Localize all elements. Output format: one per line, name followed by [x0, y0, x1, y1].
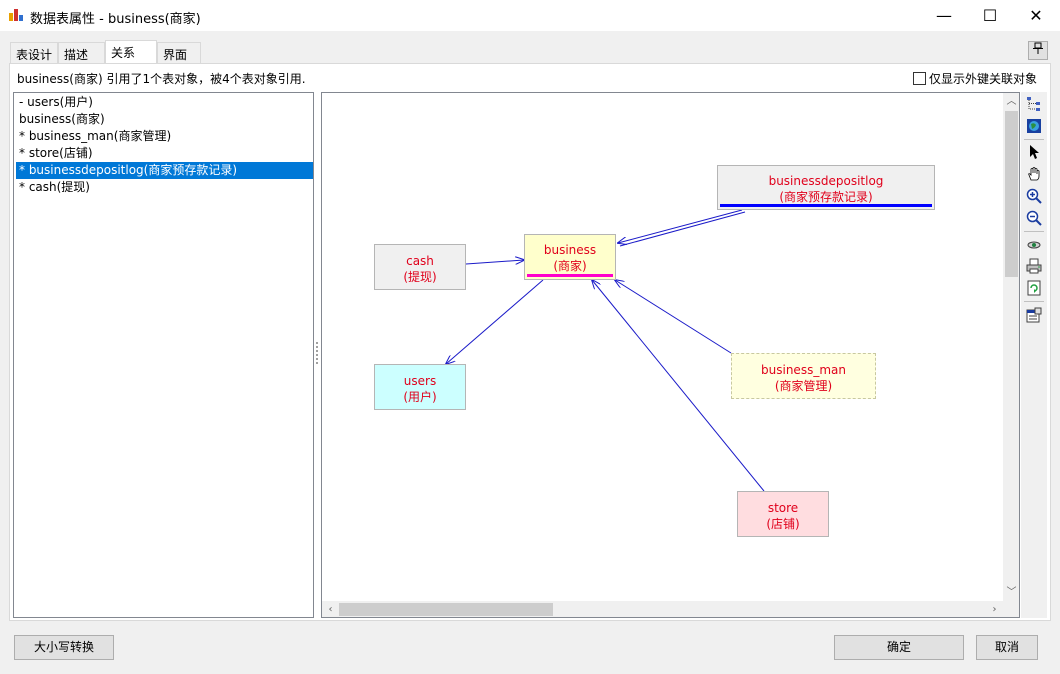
scroll-corner	[1003, 601, 1019, 617]
entity-name: cash	[406, 254, 434, 268]
entity-name: users	[403, 374, 437, 388]
relation-tree[interactable]: - users(用户) business(商家) * business_man(…	[13, 92, 314, 618]
zoom-in-icon[interactable]	[1024, 186, 1044, 206]
vertical-scroll-thumb[interactable]	[1005, 111, 1018, 277]
scroll-right-icon[interactable]: ›	[986, 601, 1003, 617]
title-bar: 数据表属性 - business(商家) — ☐ ✕	[0, 0, 1060, 32]
tab-table-design[interactable]: 表设计	[10, 42, 58, 63]
entity-caption: (用户)	[403, 390, 437, 404]
relation-cash-business	[465, 260, 524, 264]
tree-layout-icon[interactable]	[1024, 94, 1044, 114]
entity-store[interactable]: store (店铺)	[737, 491, 829, 537]
entity-name: businessdepositlog	[768, 174, 884, 188]
splitter-handle[interactable]	[315, 340, 319, 370]
case-convert-button[interactable]: 大小写转换	[14, 635, 114, 660]
entity-name: business_man	[761, 363, 846, 377]
relation-diagram[interactable]: business (商家) businessdepositlog (商家预存款记…	[321, 92, 1020, 618]
close-button[interactable]: ✕	[1013, 0, 1059, 31]
minimize-icon: —	[936, 6, 952, 25]
only-fk-option[interactable]: 仅显示外键关联对象	[913, 70, 1037, 87]
tree-item[interactable]: * cash(提现)	[16, 179, 313, 196]
entity-caption: (商家)	[553, 259, 587, 273]
zoom-out-icon[interactable]	[1024, 208, 1044, 228]
entity-caption: (商家管理)	[774, 379, 833, 393]
relation-businessman-business	[615, 280, 732, 354]
entity-caption: (店铺)	[766, 517, 800, 531]
minimize-button[interactable]: —	[921, 0, 967, 31]
tab-description[interactable]: 描述	[58, 42, 105, 63]
maximize-button[interactable]: ☐	[967, 0, 1013, 31]
eye-icon[interactable]	[1024, 234, 1044, 254]
scroll-up-icon[interactable]: ︿	[1003, 93, 1019, 110]
relation-summary: business(商家) 引用了1个表对象，被4个表对象引用.	[17, 72, 306, 86]
entity-selection-bar	[527, 274, 613, 277]
close-icon: ✕	[1029, 6, 1043, 25]
tab-relations[interactable]: 关系	[105, 40, 157, 64]
entity-caption: (商家预存款记录)	[779, 190, 873, 204]
tree-item[interactable]: - users(用户)	[16, 94, 313, 111]
entity-selection-bar	[720, 204, 932, 207]
tree-item[interactable]: * store(店铺)	[16, 145, 313, 162]
app-icon	[9, 8, 23, 22]
maximize-icon: ☐	[982, 6, 998, 25]
horizontal-scrollbar[interactable]: ‹ ›	[322, 601, 1003, 617]
printer-icon[interactable]	[1024, 256, 1044, 276]
globe-icon[interactable]	[1024, 116, 1044, 136]
tree-item[interactable]: * business_man(商家管理)	[16, 128, 313, 145]
tree-item[interactable]: business(商家)	[16, 111, 313, 128]
refresh-icon[interactable]	[1024, 278, 1044, 298]
entity-businessdepositlog[interactable]: businessdepositlog (商家预存款记录)	[717, 165, 935, 210]
pointer-icon[interactable]	[1024, 142, 1044, 162]
cancel-button[interactable]: 取消	[976, 635, 1038, 660]
scroll-left-icon[interactable]: ‹	[322, 601, 339, 617]
entity-business-man[interactable]: business_man (商家管理)	[731, 353, 876, 399]
relation-depositlog-business	[618, 209, 743, 243]
pin-button[interactable]	[1028, 41, 1048, 60]
pin-icon	[1033, 42, 1043, 54]
tab-interface[interactable]: 界面	[157, 42, 201, 63]
only-fk-label: 仅显示外键关联对象	[929, 72, 1038, 86]
entity-name: store	[767, 501, 799, 515]
relation-business-users	[446, 279, 544, 364]
entity-business[interactable]: business (商家)	[524, 234, 616, 280]
diagram-toolbar	[1021, 92, 1047, 618]
hand-icon[interactable]	[1024, 164, 1044, 184]
entity-cash[interactable]: cash (提现)	[374, 244, 466, 290]
window-title: 数据表属性 - business(商家)	[30, 12, 201, 27]
entity-users[interactable]: users (用户)	[374, 364, 466, 410]
tree-item-selected[interactable]: * businessdepositlog(商家预存款记录)	[16, 162, 313, 179]
scroll-down-icon[interactable]: ﹀	[1003, 584, 1019, 601]
only-fk-checkbox[interactable]	[913, 72, 926, 85]
entity-name: business	[543, 243, 597, 257]
vertical-scrollbar[interactable]: ︿ ﹀	[1003, 93, 1019, 601]
ok-button[interactable]: 确定	[834, 635, 964, 660]
properties-icon[interactable]	[1024, 305, 1044, 325]
horizontal-scroll-thumb[interactable]	[339, 603, 553, 616]
entity-caption: (提现)	[403, 270, 437, 284]
